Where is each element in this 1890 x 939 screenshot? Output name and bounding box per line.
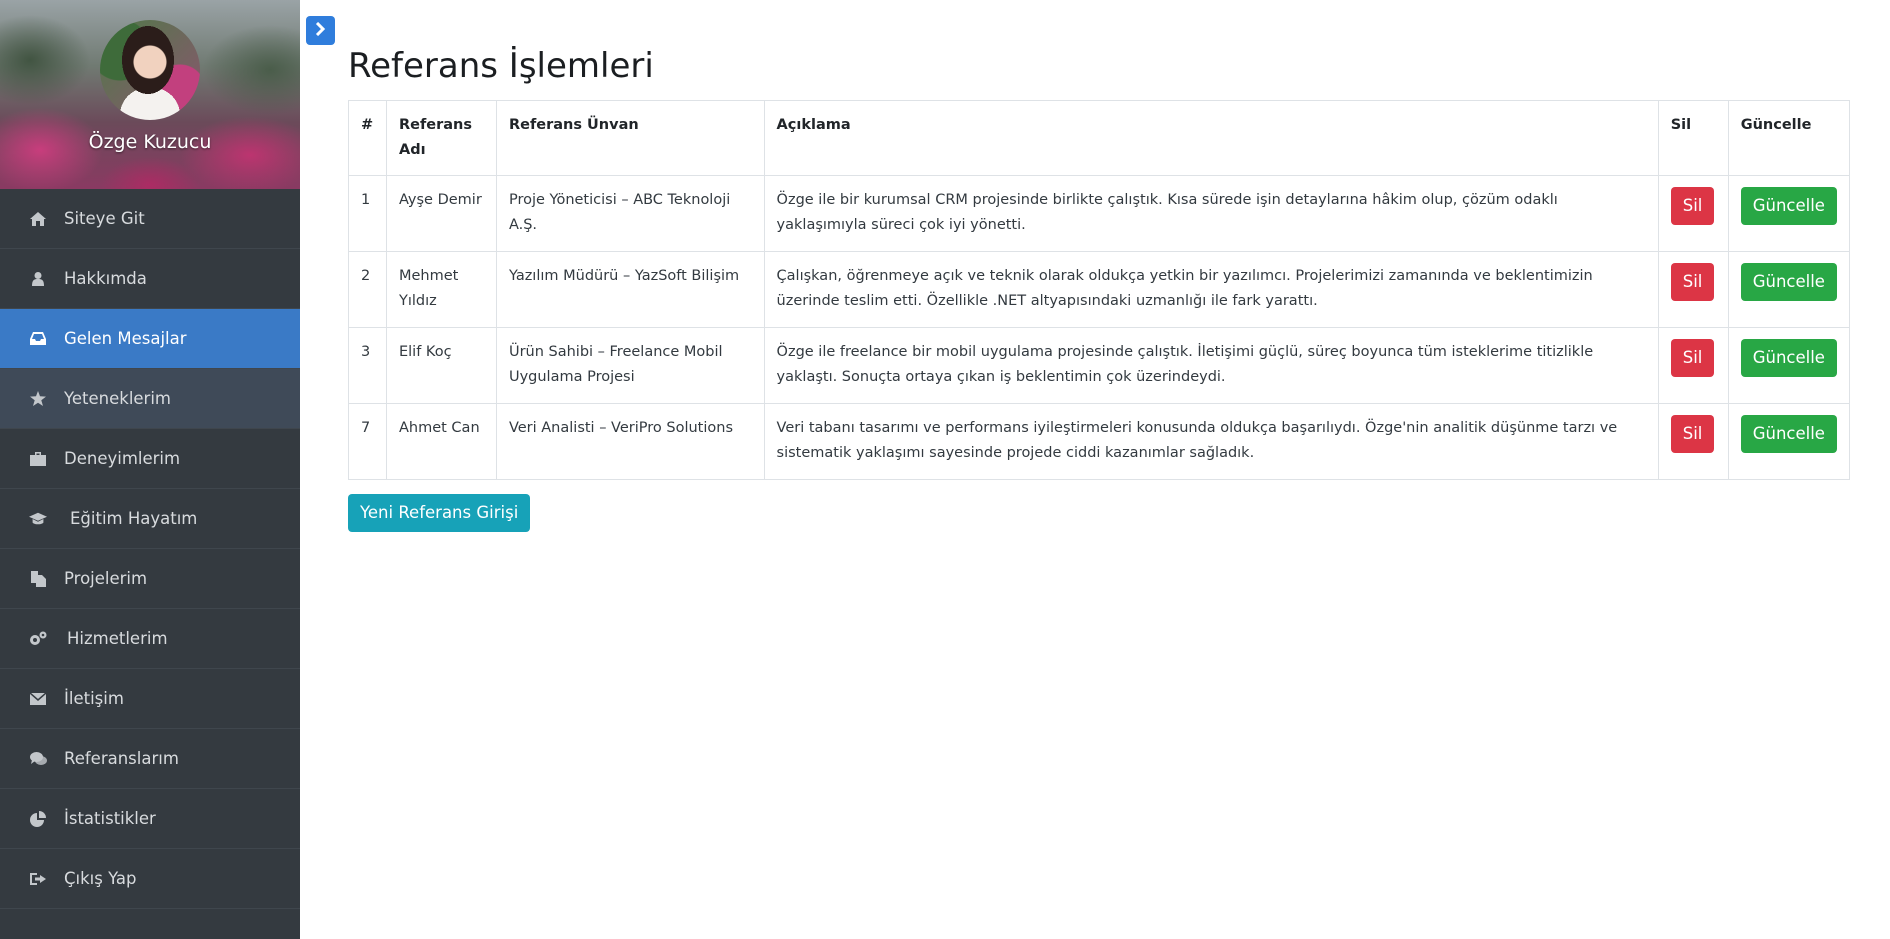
sidebar-item-label: Projelerim — [64, 569, 148, 588]
column-header-title: Referans Ünvan — [495, 100, 765, 176]
sidebar-item-referanslarim[interactable]: Referanslarım — [0, 729, 300, 789]
table-row: 7 Ahmet Can Veri Analisti – VeriPro Solu… — [348, 403, 1851, 480]
sidebar-item-label: Deneyimlerim — [64, 449, 181, 468]
page-title: Referans İşlemleri — [348, 46, 654, 86]
star-icon — [29, 390, 47, 408]
column-header-delete: Sil — [1657, 100, 1729, 176]
reference-description: Veri tabanı tasarımı ve performans iyile… — [763, 403, 1659, 480]
sidebar-item-label: Eğitim Hayatım — [70, 509, 198, 528]
update-cell: Güncelle — [1727, 175, 1851, 252]
briefcase-icon — [29, 450, 47, 468]
table-row: 2 Mehmet Yıldız Yazılım Müdürü – YazSoft… — [348, 251, 1851, 328]
reference-title: Veri Analisti – VeriPro Solutions — [495, 403, 765, 480]
table-header-row: # Referans Adı Referans Ünvan Açıklama S… — [348, 100, 1851, 176]
update-button[interactable]: Güncelle — [1740, 339, 1837, 377]
pie-chart-icon — [29, 810, 47, 828]
files-icon — [29, 570, 47, 588]
sidebar-item-istatistikler[interactable]: İstatistikler — [0, 789, 300, 849]
reference-description: Çalışkan, öğrenmeye açık ve teknik olara… — [763, 251, 1659, 328]
home-icon — [29, 210, 47, 228]
reference-description: Özge ile bir kurumsal CRM projesinde bir… — [763, 175, 1659, 252]
sidebar-item-label: Hizmetlerim — [67, 629, 168, 648]
sidebar-item-egitim-hayatim[interactable]: Eğitim Hayatım — [0, 489, 300, 549]
user-icon — [29, 270, 47, 288]
avatar — [100, 20, 200, 120]
sidebar-item-cikis-yap[interactable]: Çıkış Yap — [0, 849, 300, 909]
reference-name: Ahmet Can — [385, 403, 497, 480]
gears-icon — [29, 630, 47, 648]
sidebar-item-deneyimlerim[interactable]: Deneyimlerim — [0, 429, 300, 489]
sidebar-toggle-button[interactable] — [306, 16, 335, 45]
update-button[interactable]: Güncelle — [1740, 187, 1837, 225]
graduation-cap-icon — [29, 510, 47, 528]
sidebar-item-label: İletişim — [64, 689, 124, 708]
sign-out-icon — [29, 870, 47, 888]
sidebar-item-hizmetlerim[interactable]: Hizmetlerim — [0, 609, 300, 669]
reference-name: Elif Koç — [385, 327, 497, 404]
inbox-icon — [29, 330, 47, 348]
sidebar-item-projelerim[interactable]: Projelerim — [0, 549, 300, 609]
sidebar: Özge Kuzucu Siteye Git Hakkımda Gelen Me… — [0, 0, 300, 939]
row-id: 7 — [348, 403, 387, 480]
update-cell: Güncelle — [1727, 327, 1851, 404]
update-button[interactable]: Güncelle — [1740, 263, 1837, 301]
sidebar-item-label: Yeteneklerim — [64, 389, 172, 408]
table-row: 3 Elif Koç Ürün Sahibi – Freelance Mobil… — [348, 327, 1851, 404]
delete-button[interactable]: Sil — [1670, 187, 1715, 225]
envelope-icon — [29, 690, 47, 708]
sidebar-item-label: Çıkış Yap — [64, 869, 137, 888]
update-button[interactable]: Güncelle — [1740, 415, 1837, 453]
column-header-description: Açıklama — [763, 100, 1659, 176]
delete-cell: Sil — [1657, 251, 1729, 328]
sidebar-item-siteye-git[interactable]: Siteye Git — [0, 189, 300, 249]
row-id: 2 — [348, 251, 387, 328]
delete-cell: Sil — [1657, 327, 1729, 404]
delete-cell: Sil — [1657, 175, 1729, 252]
comments-icon — [29, 750, 47, 768]
new-reference-button[interactable]: Yeni Referans Girişi — [348, 494, 531, 532]
sidebar-item-label: İstatistikler — [64, 809, 156, 828]
profile-header: Özge Kuzucu — [0, 0, 300, 189]
reference-title: Yazılım Müdürü – YazSoft Bilişim — [495, 251, 765, 328]
delete-button[interactable]: Sil — [1670, 263, 1715, 301]
sidebar-item-label: Gelen Mesajlar — [64, 329, 187, 348]
reference-title: Ürün Sahibi – Freelance Mobil Uygulama P… — [495, 327, 765, 404]
sidebar-item-iletisim[interactable]: İletişim — [0, 669, 300, 729]
row-id: 3 — [348, 327, 387, 404]
reference-description: Özge ile freelance bir mobil uygulama pr… — [763, 327, 1659, 404]
chevron-right-icon — [315, 21, 326, 40]
sidebar-item-gelen-mesajlar[interactable]: Gelen Mesajlar — [0, 309, 300, 369]
references-table: # Referans Adı Referans Ünvan Açıklama S… — [348, 100, 1851, 480]
update-cell: Güncelle — [1727, 403, 1851, 480]
profile-name: Özge Kuzucu — [88, 131, 212, 153]
reference-name: Ayşe Demir — [385, 175, 497, 252]
reference-name: Mehmet Yıldız — [385, 251, 497, 328]
sidebar-nav: Siteye Git Hakkımda Gelen Mesajlar Yeten… — [0, 189, 300, 909]
sidebar-item-hakkimda[interactable]: Hakkımda — [0, 249, 300, 309]
update-cell: Güncelle — [1727, 251, 1851, 328]
row-id: 1 — [348, 175, 387, 252]
sidebar-item-label: Referanslarım — [64, 749, 179, 768]
column-header-number: # — [348, 100, 387, 176]
delete-button[interactable]: Sil — [1670, 415, 1715, 453]
column-header-name: Referans Adı — [385, 100, 497, 176]
reference-title: Proje Yöneticisi – ABC Teknoloji A.Ş. — [495, 175, 765, 252]
column-header-update: Güncelle — [1727, 100, 1851, 176]
delete-cell: Sil — [1657, 403, 1729, 480]
delete-button[interactable]: Sil — [1670, 339, 1715, 377]
sidebar-item-label: Siteye Git — [64, 209, 145, 228]
table-row: 1 Ayşe Demir Proje Yöneticisi – ABC Tekn… — [348, 175, 1851, 252]
sidebar-item-label: Hakkımda — [64, 269, 147, 288]
sidebar-item-yeteneklerim[interactable]: Yeteneklerim — [0, 369, 300, 429]
